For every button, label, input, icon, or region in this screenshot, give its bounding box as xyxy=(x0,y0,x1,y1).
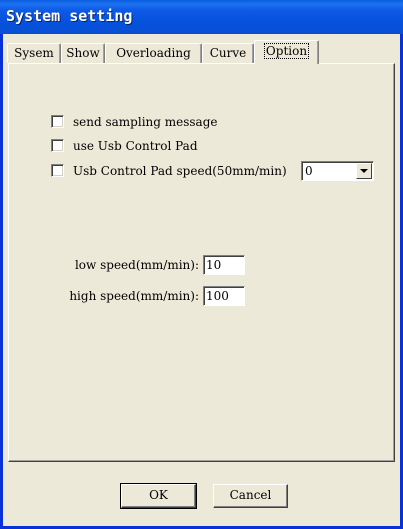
dropdown-button[interactable] xyxy=(356,163,372,179)
option-panel: send sampling message use Usb Control Pa… xyxy=(8,63,395,462)
usb-pad-speed-checkbox[interactable] xyxy=(51,164,64,177)
tab-overloading[interactable]: Overloading xyxy=(105,43,202,63)
use-usb-pad-checkbox[interactable] xyxy=(51,139,64,152)
high-speed-label: high speed(mm/min): xyxy=(69,289,199,303)
cancel-button[interactable]: Cancel xyxy=(213,484,288,508)
tab-option[interactable]: Option xyxy=(254,40,319,64)
usb-pad-speed-select[interactable]: 0 xyxy=(301,161,374,181)
low-speed-label: low speed(mm/min): xyxy=(74,258,199,272)
high-speed-input[interactable]: 100 xyxy=(203,286,245,306)
use-usb-pad-label: use Usb Control Pad xyxy=(73,139,198,153)
send-sampling-checkbox[interactable] xyxy=(51,115,64,128)
tab-curve[interactable]: Curve xyxy=(202,43,254,63)
low-speed-input[interactable]: 10 xyxy=(203,255,245,275)
dialog-content: Sysem Show Overloading Curve Option send… xyxy=(3,34,400,526)
tab-sysem[interactable]: Sysem xyxy=(7,43,61,63)
usb-pad-speed-value: 0 xyxy=(305,164,313,178)
system-setting-dialog: System setting Sysem Show Overloading Cu… xyxy=(0,0,403,529)
ok-button[interactable]: OK xyxy=(120,483,197,509)
title-bar[interactable]: System setting xyxy=(0,0,403,34)
window-title: System setting xyxy=(6,7,133,25)
usb-pad-speed-label: Usb Control Pad speed(50mm/min) xyxy=(73,164,287,178)
chevron-down-icon xyxy=(360,169,368,173)
send-sampling-label: send sampling message xyxy=(73,115,218,129)
tab-show[interactable]: Show xyxy=(61,43,105,63)
